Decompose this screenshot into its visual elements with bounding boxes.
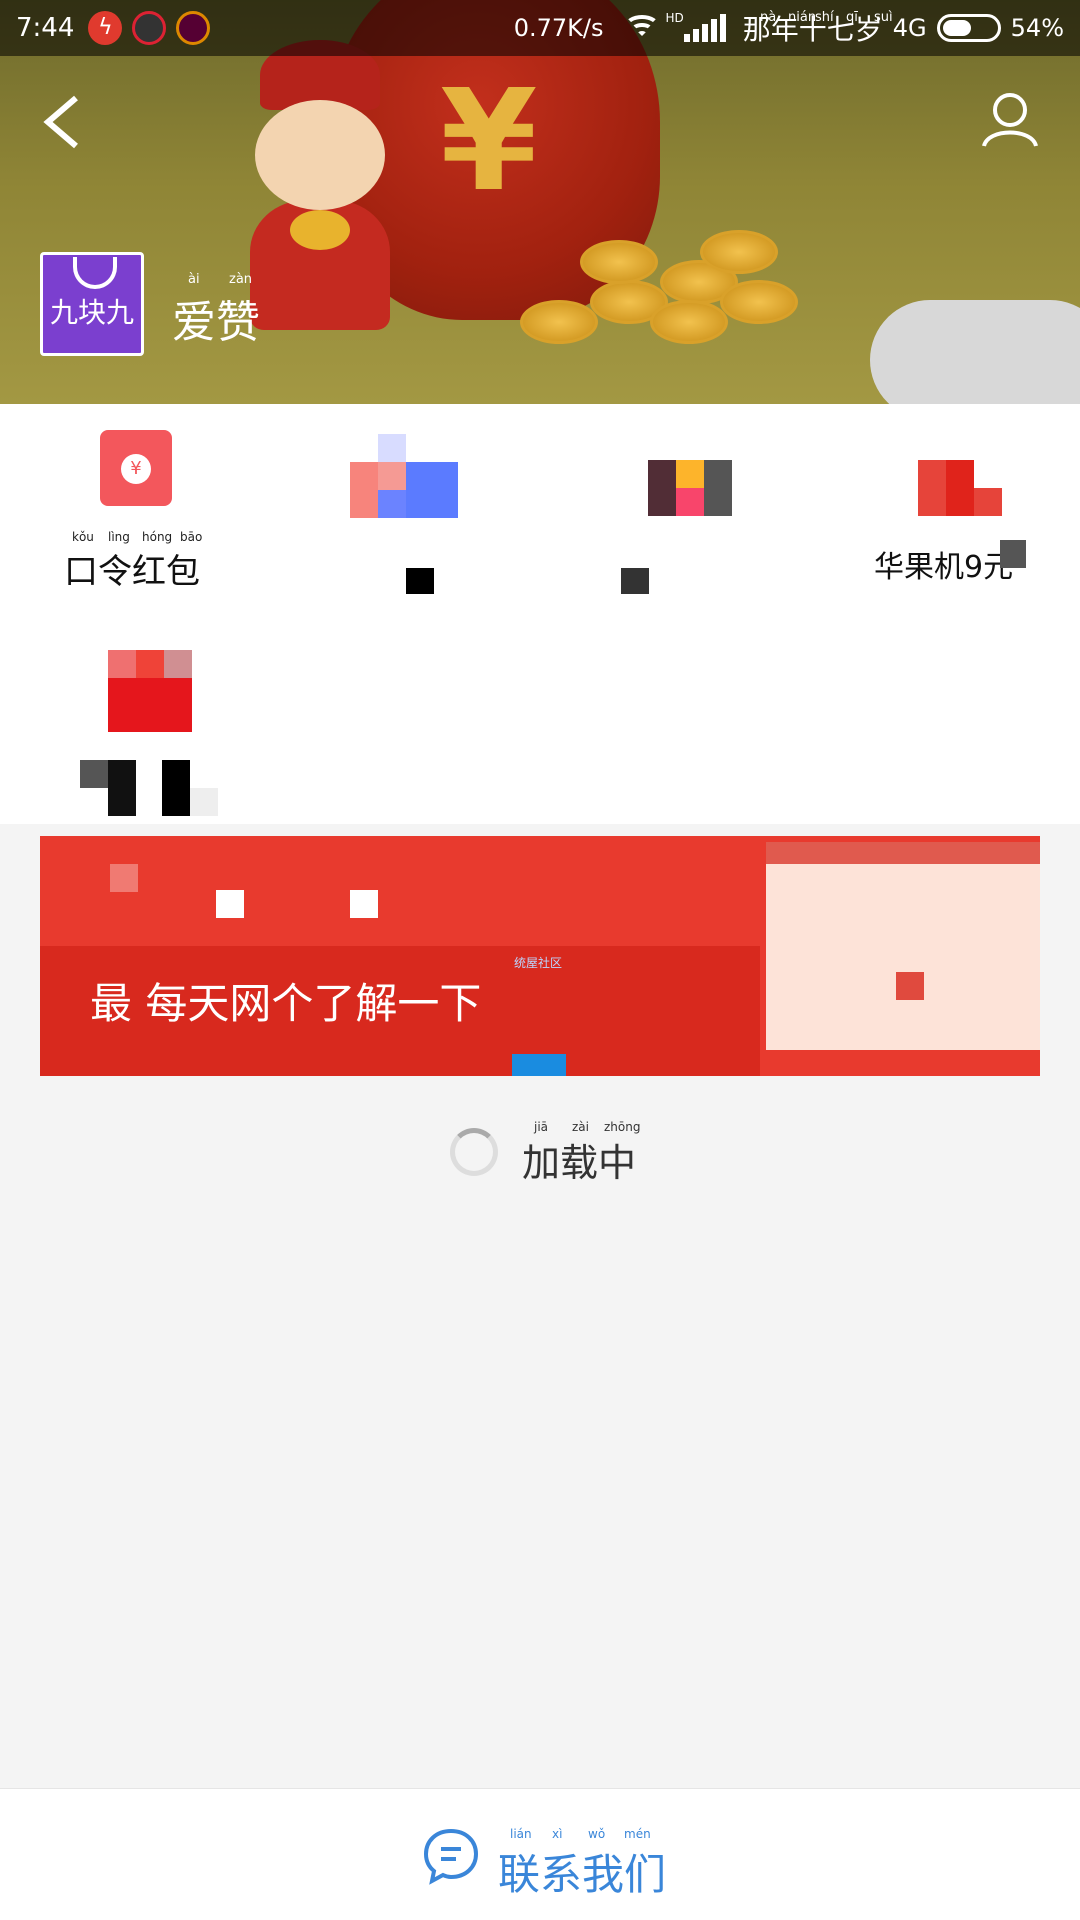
coins-illustration — [520, 220, 820, 360]
red-packet-pinyin-0: kǒu — [72, 530, 94, 544]
cloud-decoration — [870, 300, 1080, 404]
pixel-block — [216, 890, 244, 918]
pixel-block — [648, 460, 676, 516]
pixel-block — [378, 462, 406, 490]
pixel-block — [350, 890, 378, 918]
contact-pinyin-3: mén — [624, 1827, 651, 1841]
pixel-block — [1000, 540, 1026, 568]
pixel-block — [946, 460, 974, 516]
app-logo-text: 九块九 — [49, 296, 134, 329]
qq-notification-icon — [132, 11, 167, 45]
red-packet-pinyin-2: hóng — [142, 530, 173, 544]
banner-headline: 最 每天网个了解一下 — [90, 979, 482, 1028]
contact-us-button[interactable]: 联系我们 — [498, 1841, 666, 1902]
app-name-pinyin-0: ài — [188, 272, 200, 287]
pixel-block — [80, 760, 108, 788]
pixel-block — [108, 650, 136, 678]
promo-banner[interactable]: 最 每天网个了解一下 统屋社区 — [40, 836, 1040, 1076]
pixel-block — [378, 434, 406, 462]
grid-item-phone[interactable]: 华果机9元 — [860, 424, 1060, 594]
network-type: 4G — [892, 14, 927, 42]
pixel-block — [676, 460, 704, 488]
pixel-block — [918, 460, 946, 516]
hd-label: HD — [665, 11, 684, 25]
pixel-block — [378, 490, 406, 518]
loading-spinner-icon — [450, 1128, 498, 1176]
status-bar: 7:44 ϟ 0.77K/s HD 那年十七岁 4G 54% — [0, 0, 1080, 56]
pixel-block — [108, 678, 192, 732]
flash-notification-icon: ϟ — [88, 11, 123, 45]
contact-pinyin-2: wǒ — [588, 1827, 606, 1841]
status-time: 7:44 — [16, 13, 75, 43]
pixel-block — [512, 1054, 566, 1076]
loading-text: 加载中 — [522, 1141, 637, 1185]
contact-pinyin-0: lián — [510, 1827, 532, 1841]
carrier-pinyin-0: nà — [760, 10, 777, 25]
pixel-block — [676, 488, 704, 516]
red-packet-label: 口令红包 — [64, 552, 200, 592]
footer-bar: lián xì wǒ mén 联系我们 — [0, 1788, 1080, 1920]
pixel-block — [704, 460, 732, 516]
pixel-block — [621, 568, 649, 594]
user-icon — [982, 93, 1038, 147]
battery-icon — [936, 14, 1001, 42]
wifi-icon — [622, 13, 662, 43]
header-banner: ¥ — [0, 0, 1080, 404]
app-name-pinyin-1: zàn — [229, 272, 253, 287]
chat-bubble-icon[interactable] — [422, 1827, 480, 1885]
carrier-pinyin-2: shí — [815, 10, 834, 25]
red-packet-icon: ¥ — [100, 430, 172, 506]
pixel-block — [162, 760, 190, 816]
pixel-block — [164, 650, 192, 678]
chevron-left-icon — [43, 95, 78, 149]
grid-item-5[interactable] — [70, 624, 250, 816]
grid-item-red-packet[interactable]: ¥ kǒu lìng hóng bāo 口令红包 — [40, 424, 240, 592]
pixel-block — [136, 650, 164, 678]
pixel-block — [406, 568, 434, 594]
app-name: 爱赞 — [172, 297, 260, 348]
banner-tiny-label: 统屋社区 — [514, 956, 563, 970]
phone-item-label: 华果机9元 — [874, 550, 1014, 585]
user-profile-button[interactable] — [980, 90, 1040, 150]
shortcut-grid: ¥ kǒu lìng hóng bāo 口令红包 华果机9元 — [0, 404, 1080, 824]
fortune-god-illustration — [240, 40, 400, 330]
pixel-block — [190, 788, 218, 816]
pixel-block — [406, 462, 458, 518]
grid-item-3[interactable] — [600, 424, 780, 594]
contact-pinyin-1: xì — [552, 1827, 563, 1841]
banner-image — [760, 836, 1040, 1056]
red-packet-pinyin-3: bāo — [180, 530, 203, 544]
app-logo: 九块九 — [40, 252, 144, 356]
carrier-pinyin-3: qī — [846, 10, 858, 25]
carrier-pinyin-1: nián — [788, 10, 817, 25]
back-button[interactable] — [38, 92, 88, 152]
pixel-block — [350, 462, 378, 518]
pixel-block — [974, 488, 1002, 516]
signal-icon — [683, 14, 729, 42]
game-notification-icon — [176, 11, 211, 45]
grid-item-2[interactable] — [330, 424, 510, 594]
red-packet-pinyin-1: lìng — [108, 530, 130, 544]
battery-percent: 54% — [1010, 14, 1064, 42]
net-speed: 0.77K/s — [513, 14, 604, 42]
pixel-block — [108, 760, 136, 816]
carrier-pinyin-4: suì — [874, 10, 893, 25]
pixel-block — [110, 864, 138, 892]
